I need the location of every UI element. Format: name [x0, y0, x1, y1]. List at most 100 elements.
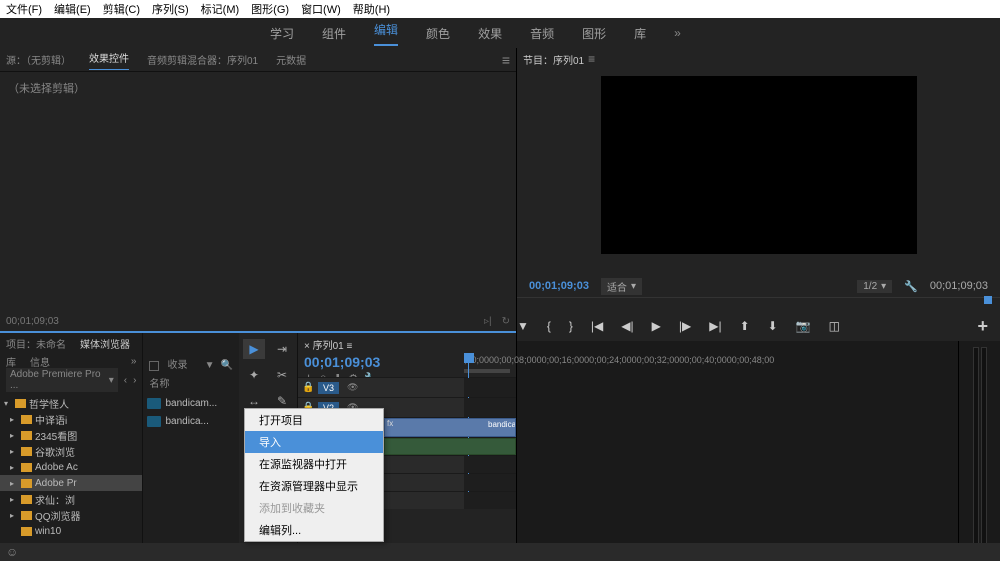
- track-body[interactable]: [464, 438, 516, 455]
- video-clip[interactable]: fxbandicam 2018-09-19 22-06-03-689_压制版.m…: [384, 418, 516, 437]
- tab-media-browser[interactable]: 媒体浏览器: [80, 336, 130, 351]
- zoom-dropdown[interactable]: 1/2▾: [857, 280, 892, 293]
- step-back-icon[interactable]: ◀|: [621, 319, 633, 333]
- status-icon[interactable]: ☺: [6, 545, 18, 559]
- tree-item[interactable]: ▸2345看图: [0, 427, 142, 443]
- ctx-open-source-monitor[interactable]: 在源监视器中打开: [245, 453, 383, 475]
- program-ruler[interactable]: [517, 297, 1000, 311]
- button-editor-icon[interactable]: +: [977, 316, 988, 337]
- media-thumb-icon: [147, 416, 161, 427]
- panel-menu-icon[interactable]: ≡: [502, 52, 510, 68]
- tree-item[interactable]: ▸谷歌浏览: [0, 443, 142, 459]
- proj-combo[interactable]: Adobe Premiere Pro ...▾: [6, 368, 118, 392]
- tree-root[interactable]: ▾ 哲学怪人: [0, 395, 142, 411]
- ws-library[interactable]: 库: [634, 25, 646, 42]
- playhead[interactable]: [464, 353, 474, 363]
- tab-info[interactable]: 信息: [30, 354, 50, 369]
- audio-clip[interactable]: [384, 438, 516, 455]
- export-frame-icon[interactable]: 📷: [796, 319, 811, 333]
- track-select-tool[interactable]: ⇥: [271, 339, 293, 359]
- go-in-icon[interactable]: |◀: [591, 319, 603, 333]
- ctx-edit-columns[interactable]: 编辑列...: [245, 519, 383, 541]
- fit-dropdown[interactable]: 适合▾: [601, 278, 642, 295]
- source-tool-icon[interactable]: ▹|: [484, 316, 492, 327]
- in-point-icon[interactable]: {: [547, 319, 551, 333]
- ripple-tool[interactable]: ✦: [243, 365, 265, 385]
- track-label[interactable]: V3: [318, 382, 339, 394]
- marker-add-icon[interactable]: ▼: [517, 319, 529, 333]
- menu-marker[interactable]: 标记(M): [201, 1, 240, 17]
- tab-effect-controls[interactable]: 效果控件: [89, 50, 129, 70]
- play-icon[interactable]: ▶: [652, 319, 661, 333]
- name-column-header[interactable]: 名称: [143, 375, 239, 390]
- tab-audio-mixer[interactable]: 音频剪辑混合器：序列01: [147, 52, 258, 67]
- program-timecode-right: 00;01;09;03: [930, 280, 988, 292]
- menu-edit[interactable]: 编辑(E): [54, 1, 91, 17]
- track-body[interactable]: [464, 474, 516, 491]
- tab-source[interactable]: 源：（无剪辑）: [6, 52, 71, 67]
- ws-edit[interactable]: 编辑: [374, 21, 398, 46]
- tab-library[interactable]: 库: [6, 354, 16, 369]
- ingest-checkbox[interactable]: [149, 361, 159, 371]
- search-icon[interactable]: 🔍: [221, 360, 233, 371]
- track-body[interactable]: [464, 398, 516, 417]
- menu-window[interactable]: 窗口(W): [301, 1, 341, 17]
- tree-item-selected[interactable]: ▸Adobe Pr: [0, 475, 142, 491]
- eye-icon[interactable]: 👁: [347, 382, 358, 393]
- razor-tool[interactable]: ✂: [271, 365, 293, 385]
- ctx-open-project[interactable]: 打开项目: [245, 409, 383, 431]
- menu-sequence[interactable]: 序列(S): [152, 1, 189, 17]
- tree-item[interactable]: ▸Adobe Ac: [0, 459, 142, 475]
- go-out-icon[interactable]: ▶|: [709, 319, 721, 333]
- ws-assembly[interactable]: 组件: [322, 25, 346, 42]
- media-item[interactable]: bandicam...: [147, 394, 235, 412]
- fwd-icon[interactable]: ›: [133, 375, 136, 386]
- compare-icon[interactable]: ◫: [829, 319, 840, 333]
- source-tool-icon-2[interactable]: ↻: [502, 316, 510, 327]
- media-item[interactable]: bandica...: [147, 412, 235, 430]
- ingest-label: 收录: [167, 356, 187, 371]
- menu-help[interactable]: 帮助(H): [353, 1, 390, 17]
- track-body[interactable]: [464, 378, 516, 397]
- ws-more[interactable]: »: [674, 26, 681, 40]
- lock-icon[interactable]: 🔒: [302, 382, 314, 393]
- tree-item[interactable]: ▸QQ浏览器: [0, 507, 142, 523]
- program-playhead[interactable]: [984, 296, 992, 304]
- step-fwd-icon[interactable]: |▶: [679, 319, 691, 333]
- tree-item[interactable]: ▸中译语i: [0, 411, 142, 427]
- track-body[interactable]: [464, 492, 516, 509]
- ws-audio[interactable]: 音频: [530, 25, 554, 42]
- filter-icon[interactable]: ▼: [205, 360, 215, 371]
- ctx-add-favorite: 添加到收藏夹: [245, 497, 383, 519]
- program-tab[interactable]: 节目：序列01: [523, 52, 584, 67]
- ws-graphics[interactable]: 图形: [582, 25, 606, 42]
- folder-tree: ▾ 哲学怪人 ▸中译语i ▸2345看图 ▸谷歌浏览 ▸Adobe Ac ▸Ad…: [0, 391, 142, 543]
- selection-tool[interactable]: ▶: [243, 339, 265, 359]
- track-body[interactable]: fxbandicam 2018-09-19 22-06-03-689_压制版.m…: [464, 418, 516, 437]
- ctx-import[interactable]: 导入: [245, 431, 383, 453]
- program-monitor[interactable]: [601, 76, 917, 254]
- timeline-ruler[interactable]: ;00;00 00;00;08;00 00;00;16;00 00;00;24;…: [464, 335, 510, 377]
- tab-project[interactable]: 项目：未命名: [6, 336, 66, 351]
- back-icon[interactable]: ‹: [124, 375, 127, 386]
- menu-file[interactable]: 文件(F): [6, 1, 42, 17]
- lift-icon[interactable]: ⬆: [740, 319, 750, 333]
- panel-menu-icon[interactable]: ≡: [588, 52, 595, 66]
- tree-item[interactable]: ▸求仙：浏: [0, 491, 142, 507]
- ctx-reveal-explorer[interactable]: 在资源管理器中显示: [245, 475, 383, 497]
- ws-learn[interactable]: 学习: [270, 25, 294, 42]
- tab-metadata[interactable]: 元数据: [276, 52, 306, 67]
- ws-color[interactable]: 颜色: [426, 25, 450, 42]
- ws-effects[interactable]: 效果: [478, 25, 502, 42]
- track-body[interactable]: [464, 456, 516, 473]
- menu-clip[interactable]: 剪辑(C): [103, 1, 140, 17]
- menu-graphics[interactable]: 图形(G): [251, 1, 289, 17]
- sequence-tab[interactable]: × 序列01 ≡: [304, 341, 352, 352]
- wrench-icon[interactable]: 🔧: [904, 280, 918, 293]
- tree-item[interactable]: win10: [0, 523, 142, 539]
- proj-more-icon[interactable]: »: [131, 356, 137, 367]
- extract-icon[interactable]: ⬇: [768, 319, 778, 333]
- out-point-icon[interactable]: }: [569, 319, 573, 333]
- timeline-timecode[interactable]: 00;01;09;03: [304, 354, 464, 370]
- program-timecode-left[interactable]: 00;01;09;03: [529, 280, 589, 292]
